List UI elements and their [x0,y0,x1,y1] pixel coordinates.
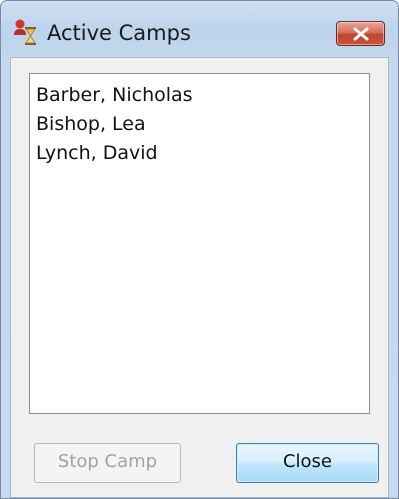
camps-list[interactable]: Barber, Nicholas Bishop, Lea Lynch, Davi… [29,73,370,414]
dialog-body: Barber, Nicholas Bishop, Lea Lynch, Davi… [10,57,389,498]
list-item[interactable]: Barber, Nicholas [36,81,369,110]
close-icon [353,27,369,41]
window-title: Active Camps [47,21,191,45]
stop-camp-button[interactable]: Stop Camp [34,443,181,483]
list-item[interactable]: Bishop, Lea [36,110,369,139]
active-camps-window: Active Camps Barber, Nicholas Bishop, Le… [0,0,399,499]
user-hourglass-icon [13,18,41,46]
close-button[interactable]: Close [236,443,379,483]
title-bar[interactable]: Active Camps [1,1,398,65]
window-close-button[interactable] [336,21,385,46]
list-item[interactable]: Lynch, David [36,139,369,168]
